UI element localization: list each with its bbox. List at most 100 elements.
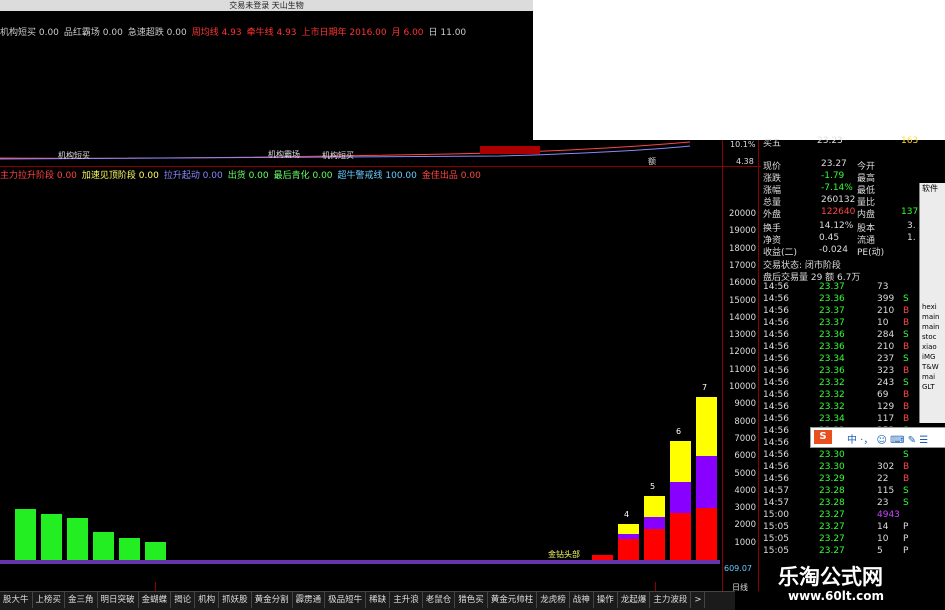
quote-cell: B: [903, 474, 910, 484]
tick-row: 14:56 23.36 210 B: [761, 342, 916, 353]
quote-cell: 23.28: [819, 486, 845, 496]
tick-row: 14:56 23.32 69 B: [761, 390, 916, 401]
quote-cell: 137: [901, 207, 919, 217]
tick-row: 14:56 23.32 129 B: [761, 402, 916, 413]
bottom-tab[interactable]: 稀缺: [366, 592, 391, 608]
dialog-item[interactable]: main: [922, 323, 940, 331]
bottom-tab[interactable]: 龙虎榜: [537, 592, 570, 608]
bottom-tab[interactable]: 主升浪: [390, 592, 423, 608]
bottom-tab[interactable]: 股大牛: [0, 592, 33, 608]
quote-cell: 15:05: [763, 522, 789, 532]
stack-bar-purple: [696, 456, 717, 509]
quote-cell: -1.79: [821, 171, 845, 181]
quote-cell: 14:56: [763, 462, 789, 472]
stack-bar-red: [670, 513, 691, 560]
axis-bottom-value: 609.07: [724, 564, 752, 573]
quote-cell: 1.: [907, 233, 916, 243]
dialog-item[interactable]: stoc: [922, 333, 937, 341]
stack-bar-yellow: [644, 495, 665, 517]
tick-row: 14:56 23.34 117 B: [761, 414, 916, 425]
tick-row: 14:56 23.37 10 B: [761, 318, 916, 329]
trade-status: 交易状态: 闭市阶段: [761, 258, 916, 271]
quote-cell: 399: [877, 294, 895, 304]
quote-cell: 内盘: [857, 210, 876, 220]
tick-row: 14:56 23.32 243 S: [761, 378, 916, 389]
green-bar: [15, 508, 36, 560]
quote-cell: 23.36: [819, 342, 845, 352]
bottom-tab[interactable]: 操作: [594, 592, 618, 608]
dialog-item[interactable]: GLT: [922, 383, 935, 391]
quote-cell: 22: [877, 474, 889, 484]
quote-cell: 23.37: [819, 318, 845, 328]
bottom-tab[interactable]: 机构: [195, 592, 220, 608]
quote-cell: B: [903, 414, 910, 424]
bottom-tab[interactable]: 龙起爆: [618, 592, 651, 608]
bottom-tab[interactable]: 黄金分割: [252, 592, 293, 608]
quote-cell: 14:56: [763, 474, 789, 484]
quote-cell: 14:56: [763, 366, 789, 376]
quote-cell: 23.28: [819, 498, 845, 508]
y-axis: 20000 19000 18000 17000 16000 15000 14000 13000…: [724, 0, 756, 609]
bottom-tab[interactable]: 抓妖股: [219, 592, 252, 608]
tick-row: 14:56 23.36 399 S: [761, 294, 916, 305]
quote-cell: 14:56: [763, 426, 789, 436]
green-bar: [119, 537, 140, 560]
y-axis-tick: 14000: [728, 312, 756, 323]
bottom-tab[interactable]: 霹雳通: [293, 592, 326, 608]
y-axis-tick: 9000: [734, 399, 756, 410]
quote-cell: 163: [901, 136, 919, 146]
bottom-tab[interactable]: 金蝴蝶: [139, 592, 172, 608]
bottom-tab[interactable]: 揭论: [171, 592, 196, 608]
tick-row: 14:56 23.37 210 B: [761, 306, 916, 317]
watermark-url: www.60lt.com: [788, 589, 885, 603]
dialog-item[interactable]: hexi: [922, 303, 937, 311]
quote-cell: 23.32: [819, 378, 845, 388]
dialog-item[interactable]: iMG: [922, 353, 935, 361]
quote-cell: 23.34: [819, 414, 845, 424]
quote-cell: 14:56: [763, 342, 789, 352]
bottom-tab[interactable]: 极品短牛: [325, 592, 367, 608]
dialog-item[interactable]: mai: [922, 373, 935, 381]
dialog-item[interactable]: xiao: [922, 343, 937, 351]
bottom-tab[interactable]: >: [691, 592, 706, 608]
quote-cell: B: [903, 306, 910, 316]
quote-cell: 14:56: [763, 414, 789, 424]
quote-cell: 14:56: [763, 354, 789, 364]
quote-cell: 15:00: [763, 510, 789, 520]
y-axis-tick: 5000: [734, 468, 756, 479]
y-axis-tick: 18000: [728, 243, 756, 254]
quote-cell: 210: [877, 306, 895, 316]
dialog-item[interactable]: main: [922, 313, 940, 321]
bottom-tab[interactable]: 老鼠仓: [423, 592, 456, 608]
quote-summary-row: 总量 260132 量比: [761, 195, 916, 208]
bottom-tab[interactable]: 黄金元帅柱: [488, 592, 538, 608]
bottom-tab[interactable]: 猎色买: [455, 592, 488, 608]
bottom-tab[interactable]: 上榜买: [33, 592, 66, 608]
quote-cell: 15:05: [763, 546, 789, 556]
bottom-tab[interactable]: 金三角: [65, 592, 98, 608]
stack-bar-red: [618, 539, 639, 560]
panel-border: [758, 140, 759, 591]
ime-toolbar[interactable]: S 中 ·， ☺ ⌨ ✎ ☰: [810, 427, 945, 448]
sogou-icon[interactable]: S: [814, 430, 832, 444]
quote-cell: 23.34: [819, 354, 845, 364]
quote-cell: 69: [877, 390, 889, 400]
y-axis-tick: 16000: [728, 278, 756, 289]
bar-number-label: 6: [676, 426, 682, 436]
center-label: 金钻头部: [548, 550, 580, 559]
quote-cell: 3.: [907, 221, 916, 231]
quote-cell: 210: [877, 342, 895, 352]
ime-mode-icon[interactable]: 中 ·， ☺ ⌨ ✎ ☰: [847, 431, 928, 446]
quote-cell: S: [903, 486, 909, 496]
bottom-tab[interactable]: 明日突破: [98, 592, 139, 608]
side-dialog[interactable]: 软件 hexi main main stoc xiao iMG T&W mai GLT: [919, 183, 945, 423]
y-axis-tick: 4000: [734, 485, 756, 496]
dialog-item[interactable]: T&W: [922, 363, 939, 371]
bottom-tab[interactable]: 主力波段: [650, 592, 692, 608]
quote-cell: 5: [877, 546, 883, 556]
stack-bar-red: [696, 508, 717, 560]
quote-cell: 14:56: [763, 306, 789, 316]
quote-cell: P: [903, 522, 909, 532]
bottom-tab[interactable]: 战神: [570, 592, 594, 608]
tick-row: 15:05 23.27 10 P: [761, 534, 916, 545]
